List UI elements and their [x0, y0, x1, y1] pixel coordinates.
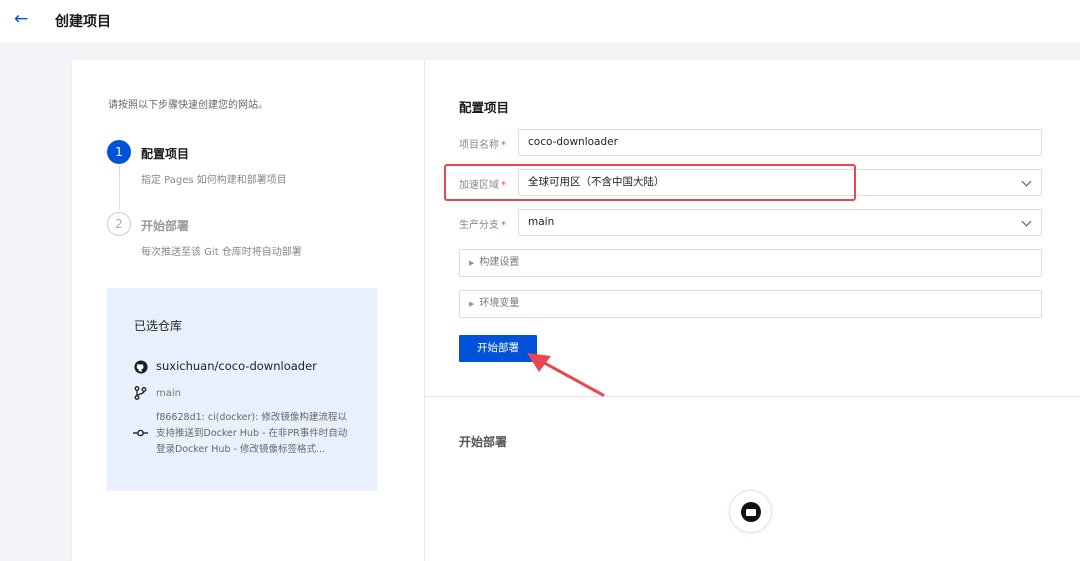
- section-divider: [425, 396, 1080, 397]
- selected-repo-heading: 已选仓库: [134, 319, 183, 333]
- step-1-indicator: 1: [107, 140, 131, 164]
- branch-name: main: [156, 388, 181, 399]
- repo-name: suxichuan/coco-downloader: [156, 359, 317, 373]
- chevron-down-icon: [1021, 176, 1032, 187]
- branch-label: 生产分支 *: [459, 220, 506, 231]
- column-divider: [424, 60, 425, 561]
- project-name-label: 项目名称 *: [459, 140, 506, 151]
- page-title: 创建项目: [55, 14, 111, 30]
- git-commit-icon: [133, 429, 148, 437]
- github-icon: [134, 360, 148, 374]
- loading-icon: [729, 490, 772, 533]
- commit-message: f86628d1: ci(docker): 修改镜像构建流程以支持推送到Dock…: [156, 412, 348, 455]
- step-1-title: 配置项目: [141, 147, 190, 161]
- step-2-title: 开始部署: [141, 219, 190, 233]
- deploy-section-title: 开始部署: [459, 435, 508, 449]
- config-section-title: 配置项目: [459, 100, 510, 115]
- step-1-desc: 指定 Pages 如何构建和部署项目: [141, 175, 287, 186]
- caret-right-icon: ▶: [469, 259, 475, 267]
- required-mark: *: [501, 140, 506, 151]
- branch-select[interactable]: main: [518, 209, 1042, 236]
- back-arrow-icon[interactable]: ←: [14, 9, 28, 29]
- step-2-desc: 每次推送至该 Git 仓库时将自动部署: [141, 247, 302, 258]
- project-name-input[interactable]: coco-downloader: [518, 129, 1042, 156]
- git-branch-icon: [134, 386, 147, 400]
- region-highlight-annotation: [444, 164, 856, 201]
- build-settings-collapse[interactable]: ▶ 构建设置: [459, 249, 1042, 277]
- top-bar: ← 创建项目: [0, 0, 1080, 42]
- chevron-down-icon: [1021, 216, 1032, 227]
- pointer-arrow-annotation: [527, 353, 605, 397]
- intro-text: 请按照以下步骤快速创建您的网站。: [108, 100, 268, 111]
- env-vars-collapse[interactable]: ▶ 环境变量: [459, 290, 1042, 318]
- step-connector: [119, 166, 120, 210]
- caret-right-icon: ▶: [469, 300, 475, 308]
- step-2-indicator: 2: [107, 212, 131, 236]
- required-mark: *: [501, 220, 506, 231]
